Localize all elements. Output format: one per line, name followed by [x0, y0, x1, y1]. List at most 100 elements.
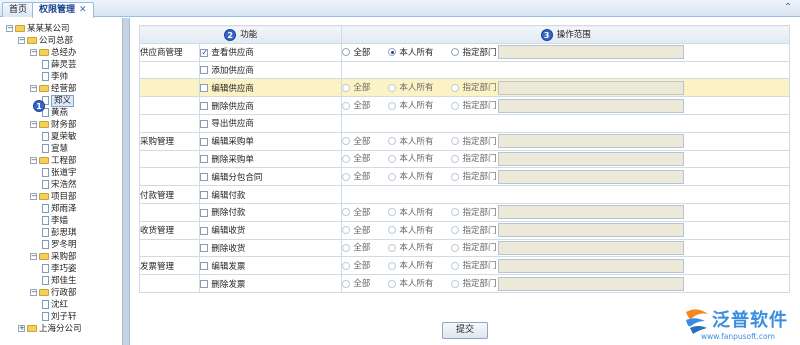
- tree-node-user[interactable]: 郑义: [42, 95, 75, 107]
- tree-node-user[interactable]: 沈红: [42, 300, 68, 311]
- scope-option[interactable]: 本人所有: [388, 152, 433, 164]
- scope-option[interactable]: 全部: [342, 241, 370, 253]
- collapse-node-icon[interactable]: −: [30, 121, 37, 128]
- permission-checkbox[interactable]: [200, 280, 209, 289]
- collapse-node-icon[interactable]: −: [30, 193, 37, 200]
- scope-radio[interactable]: [451, 279, 460, 288]
- scope-option[interactable]: 本人所有: [388, 224, 433, 236]
- scope-radio[interactable]: [388, 154, 397, 163]
- department-input[interactable]: [498, 169, 685, 184]
- scope-radio[interactable]: [451, 172, 460, 181]
- permission-checkbox[interactable]: [200, 244, 209, 253]
- scope-radio[interactable]: [342, 243, 351, 252]
- permission-checkbox[interactable]: [200, 191, 209, 200]
- scope-option[interactable]: 全部: [342, 46, 370, 58]
- scope-option[interactable]: 指定部门: [451, 99, 496, 111]
- tree-node-user[interactable]: 郑雨泽: [42, 204, 77, 215]
- scope-radio[interactable]: [388, 279, 397, 288]
- tree-node-department[interactable]: + 上海分公司: [18, 324, 82, 335]
- tree-node-department[interactable]: − 经营部: [30, 84, 77, 95]
- tree-node-department[interactable]: − 项目部: [30, 192, 77, 203]
- department-input[interactable]: [498, 223, 685, 238]
- panel-splitter[interactable]: [122, 18, 130, 345]
- collapse-node-icon[interactable]: −: [30, 85, 37, 92]
- permission-checkbox[interactable]: [200, 84, 209, 93]
- tree-node-user[interactable]: 李巧姿: [42, 264, 77, 275]
- department-input[interactable]: [498, 45, 685, 60]
- department-input[interactable]: [498, 80, 685, 95]
- collapse-node-icon[interactable]: −: [30, 49, 37, 56]
- collapse-node-icon[interactable]: −: [30, 289, 37, 296]
- scope-option[interactable]: 本人所有: [388, 241, 433, 253]
- scope-radio[interactable]: [342, 226, 351, 235]
- scope-option[interactable]: 指定部门: [451, 170, 496, 182]
- tree-node-department[interactable]: − 行政部: [30, 288, 77, 299]
- tree-node-department[interactable]: − 财务部: [30, 120, 77, 131]
- permission-checkbox[interactable]: [200, 119, 209, 128]
- department-input[interactable]: [498, 240, 685, 255]
- scope-option[interactable]: 指定部门: [451, 46, 496, 58]
- permission-checkbox[interactable]: [200, 208, 209, 217]
- tree-node-user[interactable]: 李帅: [42, 72, 68, 83]
- department-input[interactable]: [498, 276, 685, 291]
- scope-radio[interactable]: [342, 48, 351, 57]
- scope-radio[interactable]: [451, 48, 460, 57]
- department-input[interactable]: [498, 151, 685, 166]
- scope-radio[interactable]: [388, 226, 397, 235]
- tree-node-department[interactable]: − 公司总部: [18, 36, 73, 47]
- department-input[interactable]: [498, 258, 685, 273]
- scope-option[interactable]: 指定部门: [451, 206, 496, 218]
- scope-radio[interactable]: [388, 261, 397, 270]
- collapse-icon[interactable]: ⌃: [782, 2, 794, 14]
- tree-node-department[interactable]: − 某某某公司: [6, 24, 70, 35]
- scope-option[interactable]: 指定部门: [451, 277, 496, 289]
- scope-radio[interactable]: [388, 83, 397, 92]
- scope-radio[interactable]: [451, 154, 460, 163]
- tree-node-user[interactable]: 黄燕: [42, 108, 68, 119]
- scope-option[interactable]: 全部: [342, 277, 370, 289]
- scope-option[interactable]: 指定部门: [451, 224, 496, 236]
- tree-node-user[interactable]: 刘子轩: [42, 312, 77, 323]
- permission-checkbox[interactable]: [200, 226, 209, 235]
- department-input[interactable]: [498, 205, 685, 220]
- tree-node-department[interactable]: − 总经办: [30, 48, 77, 59]
- tree-node-department[interactable]: − 工程部: [30, 156, 77, 167]
- permission-checkbox[interactable]: [200, 102, 209, 111]
- expand-icon[interactable]: +: [18, 325, 25, 332]
- tree-node-user[interactable]: 宋浩然: [42, 180, 77, 191]
- scope-option[interactable]: 指定部门: [451, 241, 496, 253]
- scope-option[interactable]: 指定部门: [451, 135, 496, 147]
- collapse-node-icon[interactable]: −: [30, 253, 37, 260]
- scope-option[interactable]: 指定部门: [451, 81, 496, 93]
- tree-node-user[interactable]: 张道宇: [42, 168, 77, 179]
- scope-radio[interactable]: [342, 208, 351, 217]
- tree-node-user[interactable]: 宣慧: [42, 144, 68, 155]
- scope-option[interactable]: 指定部门: [451, 259, 496, 271]
- scope-option[interactable]: 全部: [342, 170, 370, 182]
- permission-checkbox[interactable]: [200, 137, 209, 146]
- scope-option[interactable]: 全部: [342, 152, 370, 164]
- scope-radio[interactable]: [451, 137, 460, 146]
- collapse-node-icon[interactable]: −: [18, 37, 25, 44]
- scope-radio[interactable]: [342, 261, 351, 270]
- permission-checkbox[interactable]: [200, 155, 209, 164]
- tree-node-user[interactable]: 李嫱: [42, 216, 68, 227]
- tree-node-user[interactable]: 郑佳生: [42, 276, 77, 287]
- scope-radio[interactable]: [451, 83, 460, 92]
- tree-node-user[interactable]: 薛灵芸: [42, 60, 77, 71]
- scope-option[interactable]: 全部: [342, 206, 370, 218]
- scope-option[interactable]: 本人所有: [388, 46, 433, 58]
- scope-option[interactable]: 全部: [342, 81, 370, 93]
- collapse-node-icon[interactable]: −: [6, 25, 13, 32]
- tree-node-department[interactable]: − 采购部: [30, 252, 77, 263]
- scope-radio[interactable]: [342, 154, 351, 163]
- scope-radio[interactable]: [451, 208, 460, 217]
- department-input[interactable]: [498, 98, 685, 113]
- close-tab-icon[interactable]: ✕: [79, 3, 87, 17]
- scope-option[interactable]: 全部: [342, 135, 370, 147]
- scope-option[interactable]: 本人所有: [388, 259, 433, 271]
- scope-radio[interactable]: [451, 226, 460, 235]
- scope-option[interactable]: 指定部门: [451, 152, 496, 164]
- scope-radio[interactable]: [388, 137, 397, 146]
- scope-option[interactable]: 全部: [342, 224, 370, 236]
